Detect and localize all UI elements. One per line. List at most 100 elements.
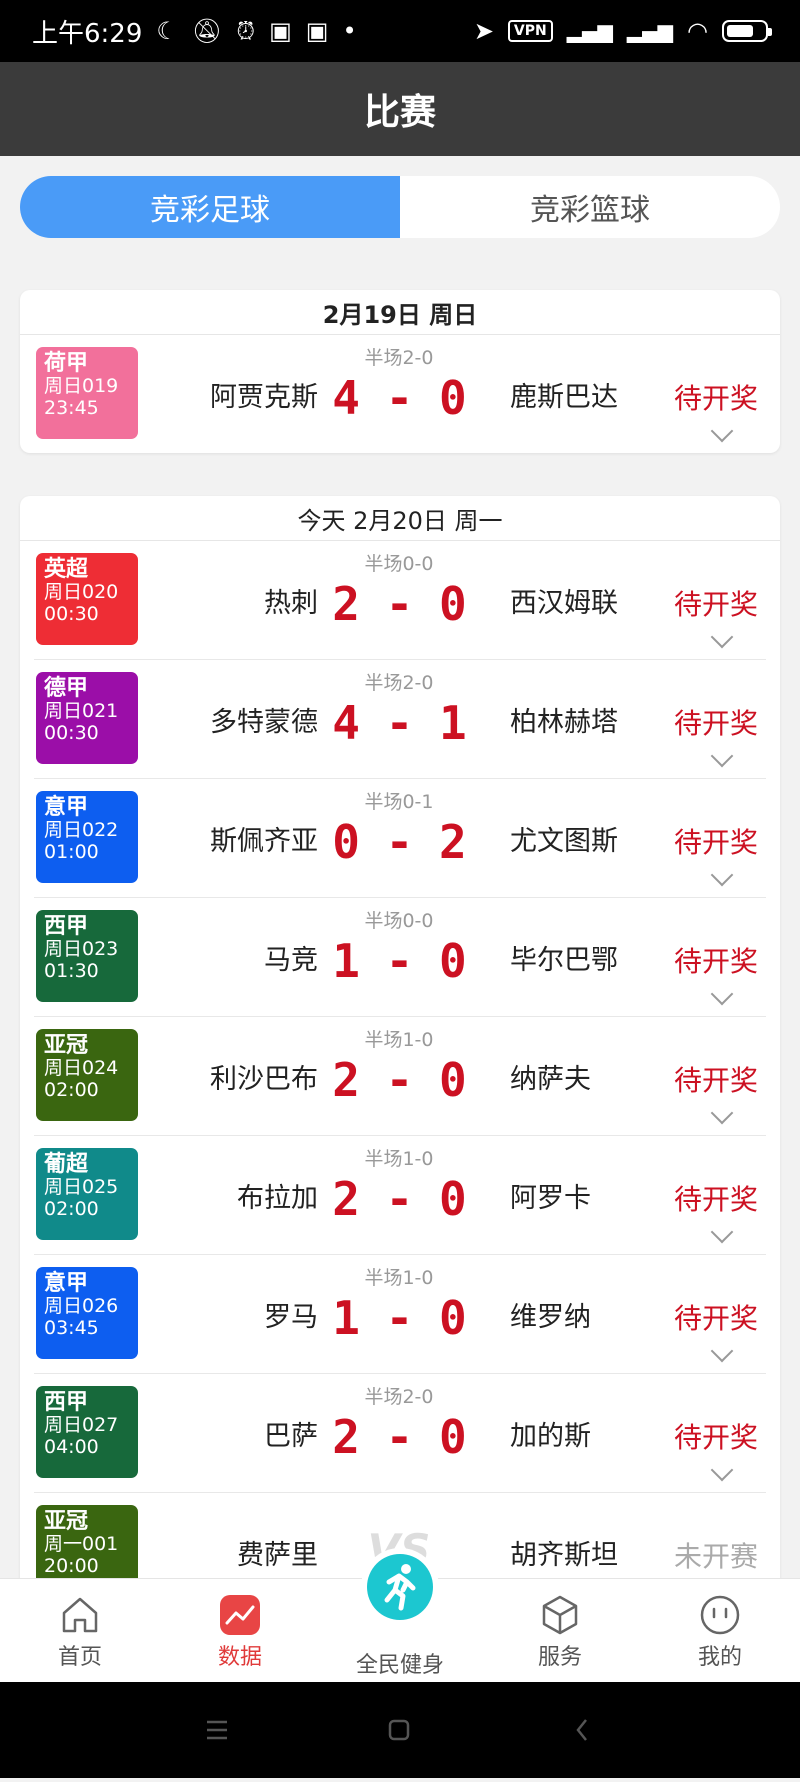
fitness-center-button[interactable] xyxy=(361,1548,439,1626)
clock: 上午6:29 xyxy=(32,18,143,49)
league-badge: 葡超 周日025 02:00 xyxy=(36,1148,138,1240)
match-number: 周日026 xyxy=(44,1295,119,1317)
half-time-score: 半场2-0 xyxy=(364,1386,434,1408)
location-icon: ➤ xyxy=(473,17,494,45)
draw-status: 未开赛 xyxy=(673,1540,758,1573)
match-row[interactable]: 荷甲 周日019 23:45 阿贾克斯 半场2-0 4 - 0 鹿斯巴达 待开奖 xyxy=(34,335,766,453)
full-time-score: 0 - 2 xyxy=(332,815,466,869)
draw-status: 待开奖 xyxy=(673,382,758,415)
runner-icon xyxy=(367,1554,433,1620)
half-time-score: 半场2-0 xyxy=(364,672,434,694)
draw-status: 待开奖 xyxy=(673,945,758,978)
tab-football[interactable]: 竞彩足球 xyxy=(20,176,400,238)
away-team: 加的斯 xyxy=(510,1421,591,1452)
nav-data[interactable]: 数据 xyxy=(160,1579,320,1683)
league-name: 亚冠 xyxy=(44,1033,89,1058)
chevron-down-icon[interactable] xyxy=(710,419,734,443)
nav-service[interactable]: 服务 xyxy=(480,1579,640,1683)
match-number: 周日023 xyxy=(44,938,119,960)
draw-status: 待开奖 xyxy=(673,1421,758,1454)
away-team: 阿罗卡 xyxy=(510,1183,591,1214)
nav-home[interactable]: 首页 xyxy=(0,1579,160,1683)
half-time-score: 半场1-0 xyxy=(364,1267,434,1289)
app-notification-icon: ▣ xyxy=(305,17,329,45)
signal-hd-icon: ▂▄▆ xyxy=(626,19,674,43)
chevron-down-icon[interactable] xyxy=(710,1458,734,1482)
page-title-bar: 比赛 xyxy=(0,62,800,156)
chevron-down-icon[interactable] xyxy=(710,982,734,1006)
sport-tabs-area: 竞彩足球 竞彩篮球 xyxy=(0,156,800,240)
page-title: 比赛 xyxy=(363,92,436,133)
chevron-down-icon[interactable] xyxy=(710,625,734,649)
menu-icon[interactable] xyxy=(207,1720,227,1740)
away-team: 尤文图斯 xyxy=(510,826,618,857)
league-name: 意甲 xyxy=(44,1271,89,1296)
match-time: 00:30 xyxy=(44,722,99,744)
group-date: 2月19日 周日 xyxy=(20,290,780,335)
match-time: 20:00 xyxy=(44,1555,99,1577)
half-time-score: 半场2-0 xyxy=(364,347,434,369)
match-number: 周一001 xyxy=(44,1533,119,1555)
chevron-down-icon[interactable] xyxy=(710,1101,734,1125)
league-name: 西甲 xyxy=(44,914,89,939)
system-nav-icons xyxy=(207,1719,587,1741)
tab-basketball[interactable]: 竞彩篮球 xyxy=(400,176,780,238)
match-number: 周日020 xyxy=(44,581,119,603)
away-team: 纳萨夫 xyxy=(510,1064,591,1095)
league-badge: 亚冠 周一001 20:00 xyxy=(36,1505,138,1578)
match-row[interactable]: 西甲 周日027 04:00 巴萨 半场2-0 2 - 0 加的斯 待开奖 xyxy=(34,1374,766,1493)
league-badge: 英超 周日020 00:30 xyxy=(36,553,138,645)
draw-status: 待开奖 xyxy=(673,707,758,740)
chevron-down-icon[interactable] xyxy=(710,1339,734,1363)
league-name: 荷甲 xyxy=(44,351,89,376)
chevron-down-icon[interactable] xyxy=(710,1220,734,1244)
half-time-score: 半场1-0 xyxy=(364,1148,434,1170)
back-icon[interactable] xyxy=(576,1719,587,1741)
chart-icon xyxy=(220,1595,260,1635)
league-badge: 西甲 周日023 01:30 xyxy=(36,910,138,1002)
nav-mine-label: 我的 xyxy=(697,1645,742,1670)
half-time-score: 半场0-1 xyxy=(364,791,434,813)
full-time-score: 1 - 0 xyxy=(332,934,466,988)
vpn-icon: VPN xyxy=(507,20,553,42)
match-time: 03:45 xyxy=(44,1317,99,1339)
away-team: 毕尔巴鄂 xyxy=(510,945,618,976)
away-team: 维罗纳 xyxy=(510,1302,591,1333)
match-row[interactable]: 亚冠 周日024 02:00 利沙巴布 半场1-0 2 - 0 纳萨夫 待开奖 xyxy=(34,1017,766,1136)
mute-icon: 🔕︎ xyxy=(191,17,223,45)
away-team: 胡齐斯坦 xyxy=(510,1540,618,1571)
match-row[interactable]: 葡超 周日025 02:00 布拉加 半场1-0 2 - 0 阿罗卡 待开奖 xyxy=(34,1136,766,1255)
league-badge: 意甲 周日026 03:45 xyxy=(36,1267,138,1359)
match-group-card: 今天 2月20日 周一 英超 周日020 00:30 热刺 半场0-0 2 - 0 西汉姆联待… xyxy=(20,496,780,1578)
match-row[interactable]: 英超 周日020 00:30 热刺 半场0-0 2 - 0 西汉姆联 待开奖 xyxy=(34,541,766,660)
half-time-score: 半场1-0 xyxy=(364,1029,434,1051)
full-time-score: 1 - 0 xyxy=(332,1291,466,1345)
full-time-score: 4 - 0 xyxy=(332,371,466,425)
chevron-down-icon[interactable] xyxy=(710,744,734,768)
draw-status: 待开奖 xyxy=(673,826,758,859)
match-row[interactable]: 德甲 周日021 00:30 多特蒙德 半场2-0 4 - 1 柏林赫塔 待开奖 xyxy=(34,660,766,779)
league-name: 意甲 xyxy=(44,795,89,820)
more-dot-icon: • xyxy=(342,17,357,45)
home-nav-icon[interactable] xyxy=(388,1719,410,1741)
match-time: 04:00 xyxy=(44,1436,99,1458)
chevron-down-icon[interactable] xyxy=(710,863,734,887)
match-row[interactable]: 意甲 周日026 03:45 罗马 半场1-0 1 - 0 维罗纳 待开奖 xyxy=(34,1255,766,1374)
draw-status: 待开奖 xyxy=(673,588,758,621)
match-row[interactable]: 西甲 周日023 01:30 马竞 半场0-0 1 - 0 毕尔巴鄂 待开奖 xyxy=(34,898,766,1017)
nav-mine[interactable]: 我的 xyxy=(640,1579,800,1683)
home-team: 利沙巴布 xyxy=(210,1064,318,1095)
alarm-icon: ⏰︎ xyxy=(236,17,256,45)
league-badge: 德甲 周日021 00:30 xyxy=(36,672,138,764)
sport-tabs: 竞彩足球 竞彩篮球 xyxy=(20,176,780,238)
match-list[interactable]: 2月19日 周日 荷甲 周日019 23:45 阿贾克斯 半场2-0 4 - 0 鹿斯巴达 待开… xyxy=(0,240,800,1578)
full-time-score: 2 - 0 xyxy=(332,1053,466,1107)
match-time: 01:30 xyxy=(44,960,99,982)
league-badge: 亚冠 周日024 02:00 xyxy=(36,1029,138,1121)
league-badge: 意甲 周日022 01:00 xyxy=(36,791,138,883)
match-number: 周日027 xyxy=(44,1414,119,1436)
full-time-score: 4 - 1 xyxy=(332,696,466,750)
match-row[interactable]: 意甲 周日022 01:00 斯佩齐亚 半场0-1 0 - 2 尤文图斯 待开奖 xyxy=(34,779,766,898)
match-number: 周日021 xyxy=(44,700,119,722)
half-time-score: 半场0-0 xyxy=(364,553,434,575)
